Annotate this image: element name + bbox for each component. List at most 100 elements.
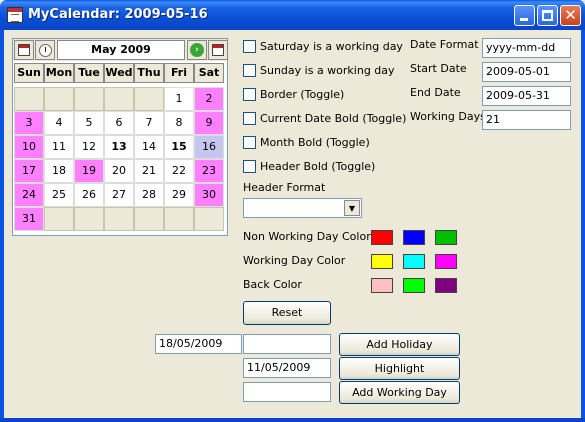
sunday-working-checkbox[interactable]: Sunday is a working day: [243, 61, 395, 79]
empty-day-cell: [74, 207, 104, 231]
working-color-magenta[interactable]: [435, 254, 457, 269]
calendar-grid: Sun Mon Tue Wed Thu Fri Sat 1 2 3 4 5 6 7 8 9 10 11 12 13 14…: [14, 63, 224, 231]
month-calendar[interactable]: May 2009 › Sun Mon Tue Wed Thu Fri Sat 1 2 3 4 5 6 7 8…: [12, 38, 228, 236]
day-cell[interactable]: 14: [134, 135, 164, 159]
minimize-button[interactable]: [514, 5, 535, 26]
close-icon: ✕: [564, 6, 577, 24]
empty-day-cell: [134, 207, 164, 231]
day-header: Tue: [74, 63, 104, 83]
current-date-bold-checkbox[interactable]: Current Date Bold (Toggle): [243, 109, 406, 127]
chevron-down-icon[interactable]: ▼: [344, 200, 360, 216]
clock-icon: [39, 44, 52, 57]
close-button[interactable]: ✕: [560, 5, 581, 26]
working-color-yellow[interactable]: [371, 254, 393, 269]
day-header: Wed: [104, 63, 134, 83]
day-cell[interactable]: 5: [74, 111, 104, 135]
non-working-day-color-label: Non Working Day Color: [243, 230, 371, 243]
day-cell[interactable]: 10: [14, 135, 44, 159]
title-bar[interactable]: MyCalendar: 2009-05-16 ✕: [0, 0, 585, 30]
empty-day-cell: [74, 87, 104, 111]
add-holiday-button[interactable]: Add Holiday: [339, 333, 460, 356]
day-cell[interactable]: 2: [194, 87, 224, 111]
non-working-color-red[interactable]: [371, 230, 393, 245]
day-cell[interactable]: 24: [14, 183, 44, 207]
checkbox-box[interactable]: [243, 135, 256, 149]
day-header: Sat: [194, 63, 224, 83]
day-cell[interactable]: 26: [74, 183, 104, 207]
day-cell[interactable]: 23: [194, 159, 224, 183]
month-bold-checkbox[interactable]: Month Bold (Toggle): [243, 133, 370, 151]
day-cell[interactable]: 4: [44, 111, 74, 135]
day-cell[interactable]: 30: [194, 183, 224, 207]
non-working-color-green[interactable]: [435, 230, 457, 245]
empty-day-cell: [104, 207, 134, 231]
add-working-day-button[interactable]: Add Working Day: [339, 381, 460, 404]
border-toggle-checkbox[interactable]: Border (Toggle): [243, 85, 344, 103]
day-cell[interactable]: 20: [104, 159, 134, 183]
holiday-description-field[interactable]: [243, 334, 331, 354]
day-cell[interactable]: 1: [164, 87, 194, 111]
empty-day-cell: [164, 207, 194, 231]
day-cell[interactable]: 29: [164, 183, 194, 207]
day-cell[interactable]: 21: [134, 159, 164, 183]
day-cell[interactable]: 6: [104, 111, 134, 135]
back-color-purple[interactable]: [435, 278, 457, 293]
go-icon: ›: [190, 43, 204, 57]
checkbox-label: Current Date Bold (Toggle): [260, 111, 407, 125]
minimize-icon: [520, 18, 528, 21]
maximize-button[interactable]: [537, 5, 558, 26]
holiday-date-field[interactable]: 18/05/2009: [155, 334, 242, 354]
day-cell[interactable]: 8: [164, 111, 194, 135]
day-cell[interactable]: 18: [44, 159, 74, 183]
day-cell[interactable]: 9: [194, 111, 224, 135]
reset-button[interactable]: Reset: [243, 301, 331, 325]
day-cell[interactable]: 16: [194, 135, 224, 159]
checkbox-box[interactable]: [243, 87, 256, 101]
calendar-app-icon: [7, 7, 23, 23]
day-header: Fri: [164, 63, 194, 83]
next-month-button[interactable]: ›: [187, 40, 207, 60]
date-format-field[interactable]: yyyy-mm-dd: [482, 38, 571, 58]
window-border: [0, 418, 585, 422]
day-cell[interactable]: 28: [134, 183, 164, 207]
day-cell[interactable]: 25: [44, 183, 74, 207]
day-cell[interactable]: 11: [44, 135, 74, 159]
checkbox-label: Saturday is a working day: [260, 39, 403, 53]
day-cell[interactable]: 27: [104, 183, 134, 207]
highlight-button[interactable]: Highlight: [339, 357, 460, 380]
working-days-field[interactable]: 21: [482, 110, 571, 130]
day-cell[interactable]: 31: [14, 207, 44, 231]
day-cell[interactable]: 13: [104, 135, 134, 159]
start-date-field[interactable]: 2009-05-01: [482, 62, 571, 82]
saturday-working-checkbox[interactable]: Saturday is a working day: [243, 37, 403, 55]
day-cell[interactable]: 15: [164, 135, 194, 159]
month-title[interactable]: May 2009: [57, 40, 185, 60]
today-button[interactable]: [14, 40, 34, 60]
day-cell[interactable]: 3: [14, 111, 44, 135]
checkbox-box[interactable]: [243, 111, 256, 125]
checkbox-box[interactable]: [243, 39, 256, 53]
start-date-label: Start Date: [410, 62, 467, 75]
window-title: MyCalendar: 2009-05-16: [28, 7, 208, 22]
back-color-lime[interactable]: [403, 278, 425, 293]
previous-month-button[interactable]: [35, 40, 55, 60]
working-day-date-field[interactable]: [243, 382, 331, 402]
header-format-dropdown[interactable]: ▼: [243, 198, 362, 218]
end-date-field[interactable]: 2009-05-31: [482, 86, 571, 106]
day-header: Thu: [134, 63, 164, 83]
non-working-color-blue[interactable]: [403, 230, 425, 245]
day-cell[interactable]: 22: [164, 159, 194, 183]
working-color-cyan[interactable]: [403, 254, 425, 269]
day-cell[interactable]: 19: [74, 159, 104, 183]
day-cell[interactable]: 12: [74, 135, 104, 159]
highlight-date-field[interactable]: 11/05/2009: [243, 358, 331, 378]
checkbox-box[interactable]: [243, 63, 256, 77]
date-format-label: Date Format: [410, 38, 479, 51]
day-cell[interactable]: 7: [134, 111, 164, 135]
checkbox-box[interactable]: [243, 159, 256, 173]
day-cell[interactable]: 17: [14, 159, 44, 183]
empty-day-cell: [44, 207, 74, 231]
back-color-pink[interactable]: [371, 278, 393, 293]
select-date-button[interactable]: [208, 40, 228, 60]
header-bold-checkbox[interactable]: Header Bold (Toggle): [243, 157, 375, 175]
